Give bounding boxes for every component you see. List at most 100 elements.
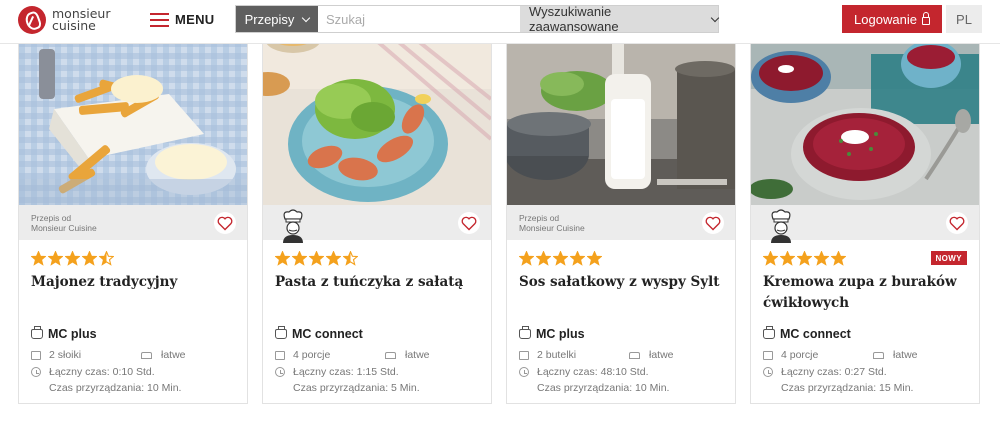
recipe-image-tuna-pasta[interactable] (263, 29, 491, 205)
portions: 4 porcje (275, 349, 330, 361)
hamburger-icon (150, 12, 169, 27)
difficulty-label: łatwe (893, 349, 918, 361)
star-icon (763, 251, 778, 266)
favorite-button[interactable] (702, 212, 724, 234)
machine-model: MC plus (519, 326, 585, 341)
portions: 4 porcje (763, 349, 818, 361)
prep-time: Czas przyrządzania: 5 Min. (293, 382, 420, 394)
favorite-button[interactable] (214, 212, 236, 234)
recipe-meta-band: Przepis od Monsieur Cuisine (19, 205, 247, 240)
monsieur-cuisine-logo[interactable]: monsieur cuisine (18, 6, 110, 34)
site-header: monsieur cuisine MENU Przepisy Wyszukiwa… (0, 0, 1000, 44)
cooker-icon (763, 326, 775, 339)
difficulty: łatwe (629, 349, 674, 361)
recipe-meta-band: Przepis od Monsieur Cuisine (507, 205, 735, 240)
cooker-icon (519, 326, 531, 339)
portions-label: 2 butelki (537, 349, 577, 361)
recipe-title[interactable]: Majonez tradycyjny (31, 272, 236, 293)
machine-model-label: MC connect (780, 327, 851, 341)
menu-button[interactable]: MENU (150, 12, 214, 27)
language-switcher[interactable]: PL (946, 5, 982, 33)
machine-model-label: MC plus (48, 327, 97, 341)
login-button[interactable]: Logowanie (842, 5, 942, 33)
star-icon (99, 251, 114, 266)
recipe-image-beetroot-soup[interactable] (751, 29, 979, 205)
total-time: Łączny czas: 1:15 Std. (275, 366, 399, 378)
logo-line-2: cuisine (52, 18, 96, 33)
login-label: Logowanie (854, 11, 917, 27)
star-icon (797, 251, 812, 266)
chef-avatar-icon (771, 209, 791, 243)
star-icon (570, 251, 585, 266)
chef-hat-icon (873, 351, 884, 359)
cup-icon (519, 350, 529, 360)
favorite-button[interactable] (946, 212, 968, 234)
rating-stars (275, 251, 358, 266)
logo-text: monsieur cuisine (52, 7, 110, 33)
cup-icon (763, 350, 773, 360)
total-time-label: Łączny czas: 0:27 Std. (781, 366, 887, 378)
cup-icon (31, 350, 41, 360)
prep-time: Czas przyrządzania: 15 Min. (781, 382, 913, 394)
chevron-down-icon (710, 13, 720, 22)
clock-icon (275, 367, 285, 377)
recipe-image-mayonnaise[interactable] (19, 29, 247, 205)
star-icon (780, 251, 795, 266)
star-icon (831, 251, 846, 266)
machine-model-label: MC connect (292, 327, 363, 341)
recipe-card[interactable]: Przepis od Monsieur Cuisine Majonez trad… (18, 28, 248, 404)
search-input[interactable] (318, 6, 520, 32)
chef-hat-icon (629, 351, 640, 359)
prep-time-label: Czas przyrządzania: 15 Min. (781, 382, 914, 394)
star-icon (553, 251, 568, 266)
recipe-card[interactable]: Przepis od Monsieur Cuisine Sos sałatkow… (506, 28, 736, 404)
favorite-button[interactable] (458, 212, 480, 234)
difficulty-label: łatwe (649, 349, 674, 361)
recipe-title[interactable]: Kremowa zupa z buraków ćwikłowych (763, 272, 968, 314)
recipe-card[interactable]: Pasta z tuńczyka z sałatą MC connect 4 p… (262, 28, 492, 404)
machine-model: MC connect (763, 326, 851, 341)
star-icon (31, 251, 46, 266)
recipe-source-line-2: Monsieur Cuisine (31, 223, 97, 233)
difficulty: łatwe (873, 349, 918, 361)
star-icon (587, 251, 602, 266)
recipe-meta-band (263, 205, 491, 243)
advanced-search-dropdown[interactable]: Wyszukiwanie zaawansowane (520, 4, 720, 34)
recipe-source: Przepis od Monsieur Cuisine (519, 213, 585, 233)
logo-mark-icon (18, 6, 46, 34)
portions: 2 słoiki (31, 349, 81, 361)
lock-icon (921, 11, 930, 25)
portions-label: 4 porcje (781, 349, 819, 361)
difficulty: łatwe (385, 349, 430, 361)
chef-hat-icon (141, 351, 152, 359)
star-icon (343, 251, 358, 266)
recipe-title[interactable]: Pasta z tuńczyka z sałatą (275, 272, 480, 293)
star-icon (536, 251, 551, 266)
star-icon (326, 251, 341, 266)
star-icon (65, 251, 80, 266)
recipe-card[interactable]: NOWY Kremowa zupa z buraków ćwikłowych M… (750, 28, 980, 404)
heart-icon (461, 216, 477, 230)
prep-time-label: Czas przyrządzania: 10 Min. (537, 382, 670, 394)
cooker-icon (275, 326, 287, 339)
recipe-title[interactable]: Sos sałatkowy z wyspy Sylt (519, 272, 724, 293)
recipes-dropdown[interactable]: Przepisy (236, 6, 318, 32)
portions-label: 2 słoiki (49, 349, 82, 361)
clock-icon (519, 367, 529, 377)
total-time-label: Łączny czas: 1:15 Std. (293, 366, 399, 378)
chevron-down-icon (302, 13, 311, 22)
prep-time-label: Czas przyrządzania: 10 Min. (49, 382, 182, 394)
recipe-image-sylt-dressing[interactable] (507, 29, 735, 205)
recipe-source-line-1: Przepis od (31, 213, 72, 223)
prep-time: Czas przyrządzania: 10 Min. (49, 382, 181, 394)
star-icon (309, 251, 324, 266)
menu-label: MENU (175, 12, 215, 27)
heart-icon (705, 216, 721, 230)
rating-stars (31, 251, 114, 266)
machine-model: MC connect (275, 326, 363, 341)
total-time-label: Łączny czas: 48:10 Std. (537, 366, 649, 378)
clock-icon (763, 367, 773, 377)
clock-icon (31, 367, 41, 377)
chef-hat-icon (385, 351, 396, 359)
portions: 2 butelki (519, 349, 576, 361)
